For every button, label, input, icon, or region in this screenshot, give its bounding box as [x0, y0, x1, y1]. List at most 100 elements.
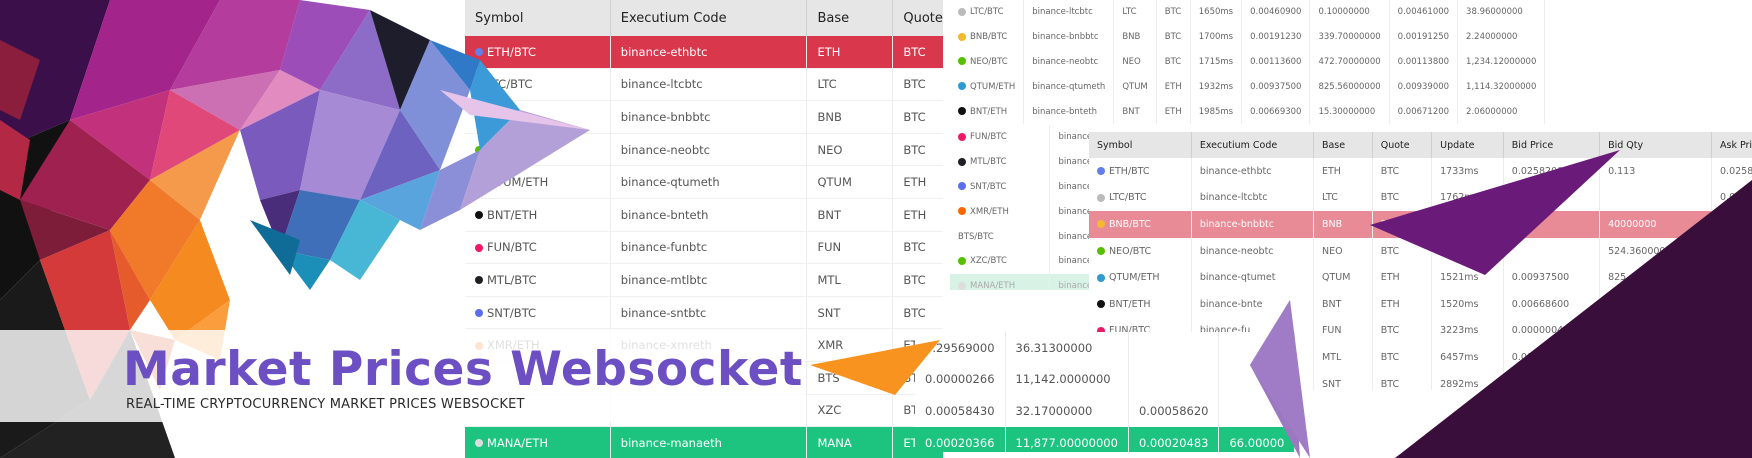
art-shape: [70, 0, 220, 120]
ask-cell: 0.00191250: [1389, 24, 1459, 50]
art-shape: [20, 200, 110, 260]
bid-cell: [1503, 184, 1601, 212]
table-row[interactable]: MTL/BTCbinance-mtlbtcMTLBTC1926ms0.00: [465, 263, 943, 297]
qty-cell: [1599, 344, 1712, 371]
update-cell: 162: [1431, 237, 1504, 265]
symbol-label: ETH/BTC: [1109, 165, 1150, 177]
table-row[interactable]: LTC/BTC binance-ltcbtcLTCBTC1762ms 0.00460…: [1089, 184, 1752, 212]
column-header[interactable]: Executium Code: [610, 0, 808, 36]
code-cell: binance-bnbbtc: [1191, 211, 1314, 238]
column-header[interactable]: Quote: [892, 0, 943, 36]
symbol-label: BNT/ETH: [487, 207, 538, 222]
list-item[interactable]: MTL/BTC binance-mtlt: [950, 149, 1090, 175]
code-cell: binance-bnbbtc: [610, 100, 808, 134]
art-shape: [370, 10, 430, 110]
update-cell: 6457ms: [1431, 344, 1504, 371]
update-cell: 1985ms: [1190, 99, 1243, 124]
column-header[interactable]: Base: [806, 0, 894, 36]
ask-cell: 0.00461000: [1389, 0, 1459, 25]
bottom-price-strip: 0.29569000 36.31300000 0.00000266 11,142.00…: [915, 332, 1315, 452]
value-cell: 0.29569000: [915, 332, 1006, 364]
base-cell: BTS: [806, 361, 894, 395]
bid-cell: 0.00937500: [1503, 264, 1601, 291]
symbol-label: SNT/BTC: [970, 181, 1007, 192]
mid-table-header: Symbol Executium Code Base Quote Update Bid P…: [1089, 132, 1752, 158]
update-cell: 1520ms: [1431, 290, 1504, 318]
qty-cell: [1599, 317, 1712, 345]
table-row[interactable]: ETH/BTC binance-ethbtc ETH BTC 1733ms 0.02582…: [1089, 158, 1752, 185]
list-item[interactable]: FUN/BTC binance-func: [950, 125, 1090, 150]
bnt-icon: [475, 211, 483, 220]
table-row[interactable]: SNT/BTCbinance-sntbtcSNTBTC1909ms0.00: [465, 296, 943, 330]
table-row[interactable]: MANA/ETHbinance-manaethMANAETH1666ms: [465, 426, 943, 458]
snt-icon: [475, 309, 483, 318]
table-row[interactable]: BNT/ETHbinance-bntethBNTETH1825ms0.00: [465, 198, 943, 232]
symbol-label: FUN/BTC: [970, 132, 1007, 143]
quote-cell: BTC: [892, 68, 943, 102]
mana-icon: [475, 439, 483, 448]
symbol-cell: SNT/BTC: [950, 174, 1051, 200]
symbol-cell: QTUM/ETH: [465, 165, 611, 199]
column-header[interactable]: Base: [1313, 132, 1373, 158]
column-header[interactable]: Ask Price: [1711, 132, 1752, 158]
symbol-label: LTC/BTC: [970, 7, 1004, 18]
symbol-label: MANA/ETH: [970, 281, 1016, 290]
list-item[interactable]: MANA/ETH binance-mar: [950, 273, 1090, 290]
table-row[interactable]: NEO/BTC binance-neobtc NEO BTC 162 524.360000…: [1089, 237, 1752, 265]
table-row[interactable]: FUN/BTCbinance-funbtcFUNBTC2287ms0.00: [465, 231, 943, 265]
coin-icon: [958, 132, 966, 141]
update-cell: 1932ms: [1190, 74, 1243, 100]
art-shape: [240, 90, 320, 200]
code-cell: binance-func: [1049, 125, 1090, 150]
table-row[interactable]: QTUM/ETH binance-qtumeth QTUM ETH 1932ms 0.00…: [950, 74, 1546, 100]
base-cell: FUN: [806, 231, 894, 265]
table-row[interactable]: 0.29569000 36.31300000: [915, 332, 1296, 364]
table-row[interactable]: 0.00020366 11,877.00000000 0.00020483 66.00…: [915, 426, 1296, 452]
table-row[interactable]: BNB/BTC binance-bnbbtc BNB BTC 40000000 0.001…: [1089, 211, 1752, 238]
eth-icon: [475, 48, 483, 57]
list-item[interactable]: SNT/BTC binance-sntt: [950, 174, 1090, 200]
code-cell: binance-sntbtc: [610, 296, 808, 330]
table-row[interactable]: 0.00000266 11,142.0000000: [915, 363, 1296, 396]
table-row[interactable]: ETH/BTCbinance-ethbtcETHBTC1600ms0.02: [465, 36, 943, 69]
qty-cell: [1599, 184, 1712, 212]
bid-cell: 0.00937500: [1241, 74, 1311, 100]
table-row[interactable]: /BTCbinance-neobtcNEOBTC2021ms0.00: [465, 133, 943, 167]
list-item[interactable]: XZC/BTC binance-xzcb: [950, 248, 1090, 274]
code-cell: binance-mar: [1049, 273, 1090, 290]
table-row[interactable]: BNT/ETH binance-bnte BNT ETH 1520ms 0.0066860…: [1089, 290, 1752, 318]
column-header[interactable]: Quote: [1372, 132, 1433, 158]
symbol-cell: /BTC: [465, 133, 611, 167]
list-item[interactable]: BTS/BTC binance-btst: [950, 224, 1090, 249]
bid-cell: [1503, 211, 1601, 238]
column-header[interactable]: Symbol: [1089, 132, 1192, 158]
table-row[interactable]: QTUM/ETH binance-qtumet QTUM ETH 1521ms 0.009…: [1089, 264, 1752, 291]
table-row[interactable]: 0.00058430 32.17000000 0.00058620: [915, 395, 1296, 427]
column-header[interactable]: Bid Qty: [1599, 132, 1712, 158]
base-cell: QTUM: [1113, 74, 1157, 100]
symbol-label: QTUM/ETH: [487, 175, 549, 190]
coin-icon: [958, 82, 966, 91]
column-header[interactable]: Symbol: [465, 0, 611, 36]
table-row[interactable]: QTUM/ETHbinance-qtumethQTUMETH2054ms0.00: [465, 165, 943, 199]
table-row[interactable]: NEO/BTC binance-neobtc NEO BTC 1715ms 0.00113…: [950, 49, 1546, 75]
value-cell: 66.00000: [1218, 426, 1296, 452]
column-header[interactable]: Executium Code: [1191, 132, 1314, 158]
base-cell: ETH: [806, 36, 894, 69]
qty-cell: 40000000: [1599, 211, 1712, 238]
table-row[interactable]: LTC/BTCbinance-ltcbtcLTCBTC1624ms0.00: [465, 68, 943, 102]
code-cell: binance-manaeth: [610, 426, 808, 458]
value-cell: 0.00020483: [1128, 426, 1220, 452]
column-header[interactable]: Update: [1431, 132, 1504, 158]
table-row[interactable]: BNT/ETH binance-bnteth BNT ETH 1985ms 0.00669…: [950, 99, 1546, 124]
symbol-cell: ETH/BTC: [465, 36, 611, 69]
table-row[interactable]: BNB/BTC binance-bnbbtc BNB BTC 1700ms 0.00191…: [950, 24, 1546, 50]
symbol-label: BNB/BTC: [970, 32, 1008, 43]
list-item[interactable]: XMR/ETH binance-xmn: [950, 199, 1090, 225]
qty-cell: 339.70000000: [1309, 24, 1390, 50]
table-row[interactable]: binance-bnbbtcBNBBTC2036ms0.00: [465, 100, 943, 134]
column-header[interactable]: Bid Price: [1503, 132, 1601, 158]
symbol-cell: MTL/BTC: [465, 263, 611, 297]
symbol-label: SNT/BTC: [487, 305, 537, 320]
table-row[interactable]: LTC/BTC binance-ltcbtc LTC BTC 1650ms 0.00460…: [950, 0, 1546, 25]
